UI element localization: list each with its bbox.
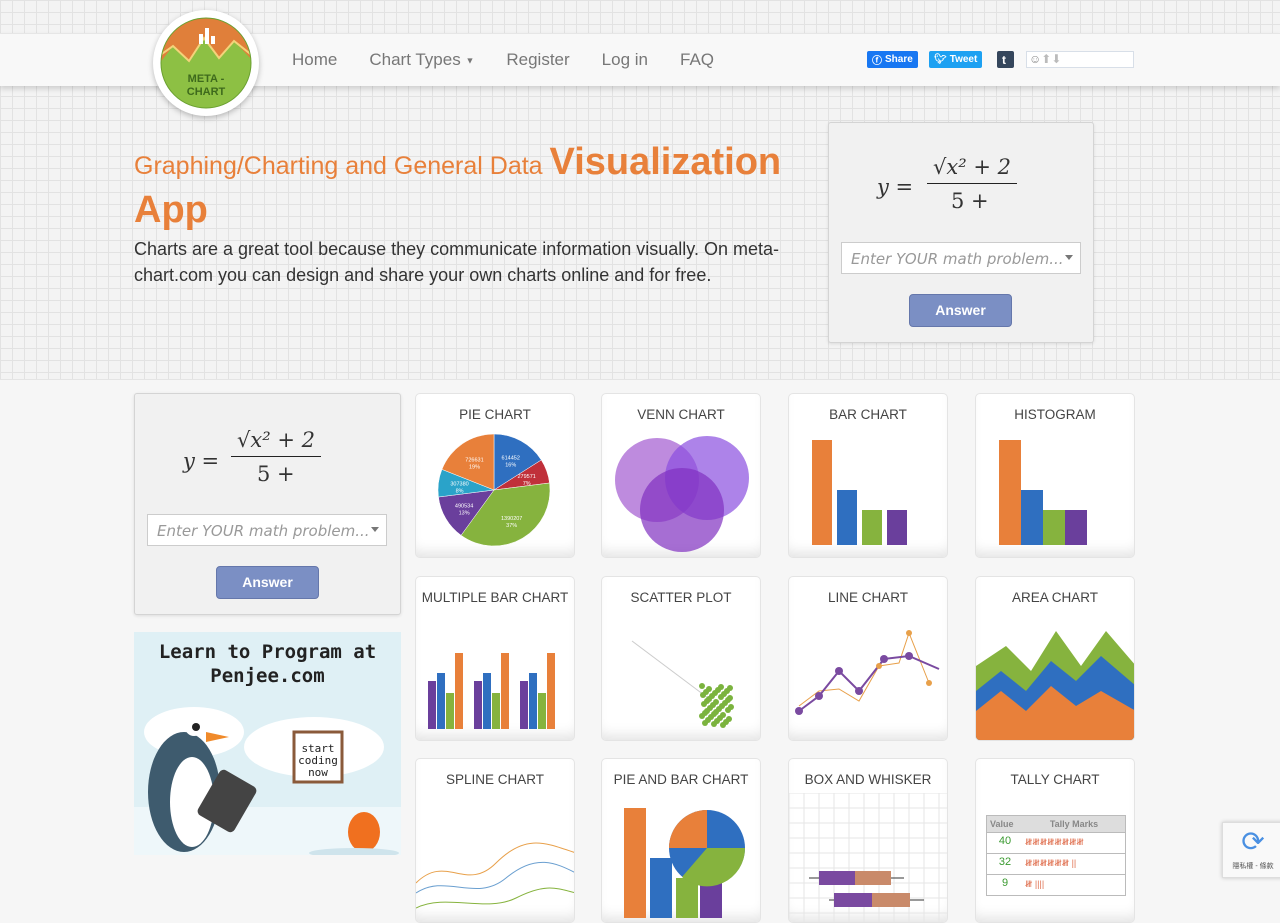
card-tally-chart[interactable]: TALLY CHART Value Tally Marks 40 𝍸𝍸𝍸𝍸𝍸𝍸𝍸𝍸 32 𝍸… [975,758,1135,923]
nav-register[interactable]: Register [506,50,569,70]
tweet-button[interactable]: 🐦︎ Tweet [929,51,983,68]
card-title: TALLY CHART [1010,772,1100,787]
caret-down-icon [1065,255,1073,264]
card-scatter-plot[interactable]: SCATTER PLOT [601,576,761,741]
card-title: SPLINE CHART [445,772,545,787]
tally-header-marks: Tally Marks [1049,819,1099,829]
pie-pct: 19% [469,464,480,470]
card-title: BAR CHART [829,407,907,422]
card-title: AREA CHART [1011,590,1099,605]
tumblr-button[interactable]: t [997,51,1014,68]
facebook-share-label: Share [885,54,913,65]
pie-label: 279571 [517,474,535,480]
intro-text: Charts are a great tool because they com… [134,239,779,285]
card-title: VENN CHART [637,407,725,422]
equation-numerator: √x² + 2 [927,155,1017,184]
card-histogram[interactable]: HISTOGRAM [975,393,1135,558]
svg-text:CHART: CHART [187,86,226,98]
card-title: LINE CHART [827,590,909,605]
pie-pct: 13% [459,511,470,517]
title-small: Graphing/Charting and General Data [134,152,543,180]
pie-pct: 37% [506,523,517,529]
tweet-label: Tweet [949,54,978,65]
tally-table: Value Tally Marks 40 𝍸𝍸𝍸𝍸𝍸𝍸𝍸𝍸 32 𝍸𝍸𝍸𝍸𝍸𝍸 || 9 𝍸 … [986,815,1126,896]
math-problem-select[interactable]: Enter YOUR math problem... [147,514,387,546]
equation-denominator[interactable]: 5 + [951,189,989,213]
equation-lhs: y = [877,175,914,199]
svg-text:META -: META - [188,73,225,85]
math-solver-widget-2: y = √x² + 2 5 + Enter YOUR math problem.… [134,393,401,615]
recaptcha-terms[interactable]: 隱私權 - 條款 [1223,861,1280,871]
twitter-icon: 🐦︎ [934,54,947,65]
tally-value: 9 [1001,877,1009,889]
tally-marks: 𝍸𝍸𝍸𝍸𝍸𝍸𝍸𝍸 [1025,837,1084,847]
recaptcha-icon: ⟳ [1241,826,1265,857]
card-title: BOX AND WHISKER [804,772,932,787]
reddit-icon: ☺ [1029,52,1042,66]
tally-row: 32 𝍸𝍸𝍸𝍸𝍸𝍸 || [986,854,1126,875]
banner-line2: Penjee.com [210,665,325,687]
nav-chart-types[interactable]: Chart Types ▼ [369,50,474,70]
math-solver-widget: y = √x² + 2 5 + Enter YOUR math problem.… [828,122,1094,343]
tally-marks: 𝍸𝍸𝍸𝍸𝍸𝍸 || [1025,858,1077,868]
tally-marks: 𝍸 |||| [1025,879,1045,889]
pie-label: 1390207 [501,516,522,522]
card-title: HISTOGRAM [1014,407,1096,422]
tally-row: 9 𝍸 |||| [986,875,1126,896]
pie-pct: 16% [505,463,516,469]
card-box-and-whisker[interactable]: BOX AND WHISKER [788,758,948,923]
recaptcha-badge[interactable]: ⟳ 隱私權 - 條款 [1222,822,1280,878]
nav-chart-types-label: Chart Types [369,50,461,69]
math-placeholder: Enter YOUR math problem... [851,250,1064,268]
card-pie-and-bar-chart[interactable]: PIE AND BAR CHART [601,758,761,923]
card-area-chart[interactable]: AREA CHART [975,576,1135,741]
tally-header-value: Value [990,819,1014,829]
pie-label: 490534 [455,504,473,510]
facebook-share-button[interactable]: ⓕ Share [867,51,918,68]
reddit-vote-widget[interactable]: ☺⬆⬇ [1026,51,1134,68]
penjee-ad-banner[interactable]: Learn to Program at Penjee.com start cod… [134,632,401,855]
math-placeholder: Enter YOUR math problem... [157,522,370,540]
math-problem-select[interactable]: Enter YOUR math problem... [841,242,1081,274]
nav-login[interactable]: Log in [602,50,648,70]
penguin-illustration: start coding now [134,707,401,855]
card-multiple-bar-chart[interactable]: MULTIPLE BAR CHART [415,576,575,741]
downvote-icon[interactable]: ⬇ [1051,52,1061,66]
answer-button[interactable]: Answer [216,566,319,599]
pie-label: 726631 [465,457,483,463]
equation-numerator: √x² + 2 [231,428,321,457]
tally-value: 40 [998,835,1012,847]
pie-label: 307380 [450,482,468,488]
banner-line1: Learn to Program at [158,641,377,663]
card-title: SCATTER PLOT [630,590,732,605]
answer-button[interactable]: Answer [909,294,1012,327]
upvote-icon[interactable]: ⬆ [1041,52,1051,66]
card-pie-chart[interactable]: PIE CHART 614452 16% 279571 7% 1390207 37% 4905… [415,393,575,558]
nav-faq[interactable]: FAQ [680,50,714,70]
svg-text:now: now [308,766,328,779]
card-line-chart[interactable]: LINE CHART [788,576,948,741]
main-nav: Home Chart Types ▼ Register Log in FAQ [292,50,714,70]
facebook-icon: ⓕ [872,56,882,67]
card-bar-chart[interactable]: BAR CHART [788,393,948,558]
nav-home[interactable]: Home [292,50,337,70]
caret-down-icon [371,527,379,536]
card-spline-chart[interactable]: SPLINE CHART [415,758,575,923]
tally-row: 40 𝍸𝍸𝍸𝍸𝍸𝍸𝍸𝍸 [986,833,1126,854]
card-title: PIE AND BAR CHART [613,772,749,787]
page-title: Graphing/Charting and General Data Visua… [134,140,814,236]
equation-lhs: y = [183,449,220,473]
equation-denominator[interactable]: 5 + [257,462,295,486]
tally-value: 32 [998,856,1012,868]
pie-label: 614452 [502,456,520,462]
pie-pct: 8% [456,489,464,495]
card-title: PIE CHART [459,407,531,422]
caret-down-icon: ▼ [465,55,475,66]
logo[interactable]: META - CHART [153,10,259,116]
card-venn-chart[interactable]: VENN CHART [601,393,761,558]
card-title: MULTIPLE BAR CHART [421,590,569,605]
